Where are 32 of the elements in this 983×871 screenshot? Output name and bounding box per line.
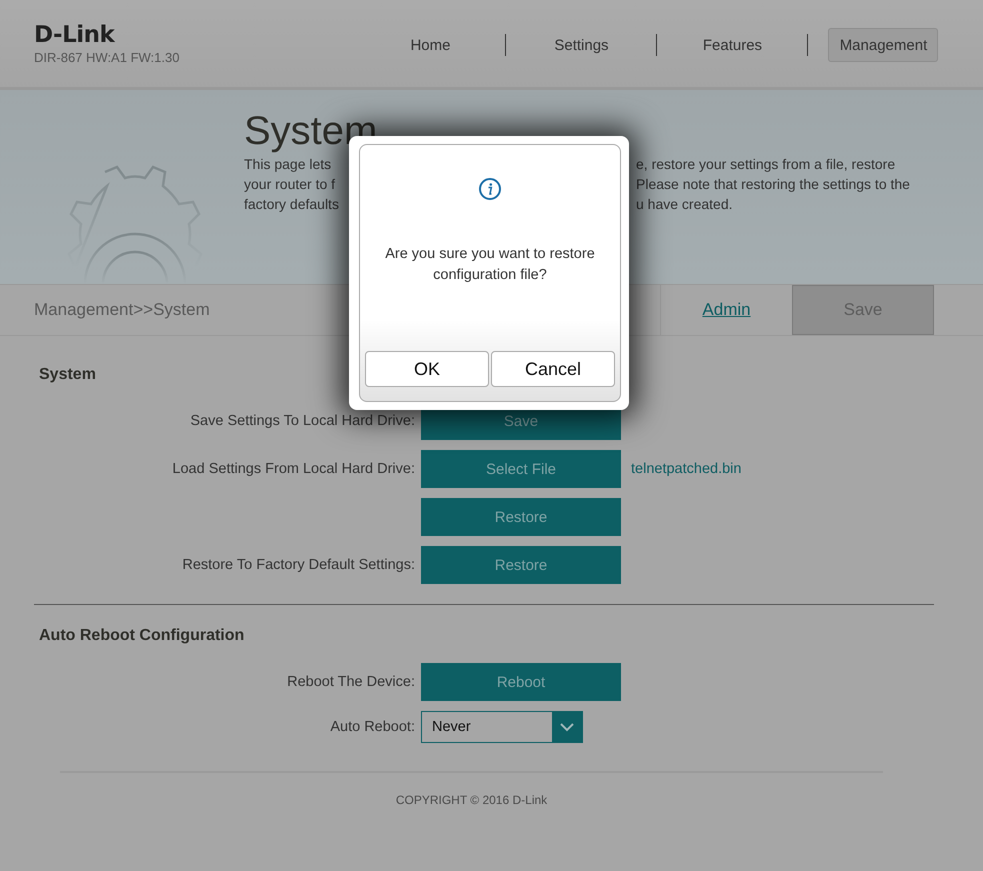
action-button[interactable]: Select File [421,450,621,488]
action-button[interactable]: Restore [421,498,621,536]
copyright-text: COPYRIGHT © 2016 D-Link [396,793,548,807]
nav-tab[interactable]: Management [828,28,938,62]
action-button[interactable]: Reboot [421,663,621,701]
section-title: Auto Reboot Configuration [39,627,244,644]
section-title: System [39,366,96,383]
chevron-down-icon [560,722,574,732]
dialog-message: Are you sure you want to restore configuration file? [384,245,596,285]
field-label: Reboot The Device: [287,674,415,690]
description-text: Please note that restoring the settings to the [636,175,910,194]
model-info: DIR-867 HW:A1 FW:1.30 [34,50,180,65]
field-label: Restore To Factory Default Settings: [182,557,415,573]
nav-tab[interactable]: Home [355,28,506,62]
nav-tab[interactable]: Settings [506,28,656,62]
description-text: e, restore your settings from a file, restore [636,155,896,174]
field-label: Save Settings To Local Hard Drive: [190,413,415,429]
auto-reboot-select[interactable]: Never [421,711,583,743]
cancel-button[interactable]: Cancel [491,351,615,387]
nav-tab[interactable]: Features [657,28,808,62]
description-text: factory defaults [244,195,340,214]
description-text: u have created. [636,195,733,214]
description-text: your router to f [244,175,336,194]
description-text: This page lets [244,155,332,174]
breadcrumb: Management>>System [34,300,211,320]
field-label: Auto Reboot: [330,719,415,735]
action-button[interactable]: Restore [421,546,621,584]
logo: D-Link [34,22,116,48]
field-label: Load Settings From Local Hard Drive: [172,461,415,477]
file-name: telnetpatched.bin [631,461,742,477]
info-icon [479,178,501,200]
ok-button[interactable]: OK [365,351,489,387]
